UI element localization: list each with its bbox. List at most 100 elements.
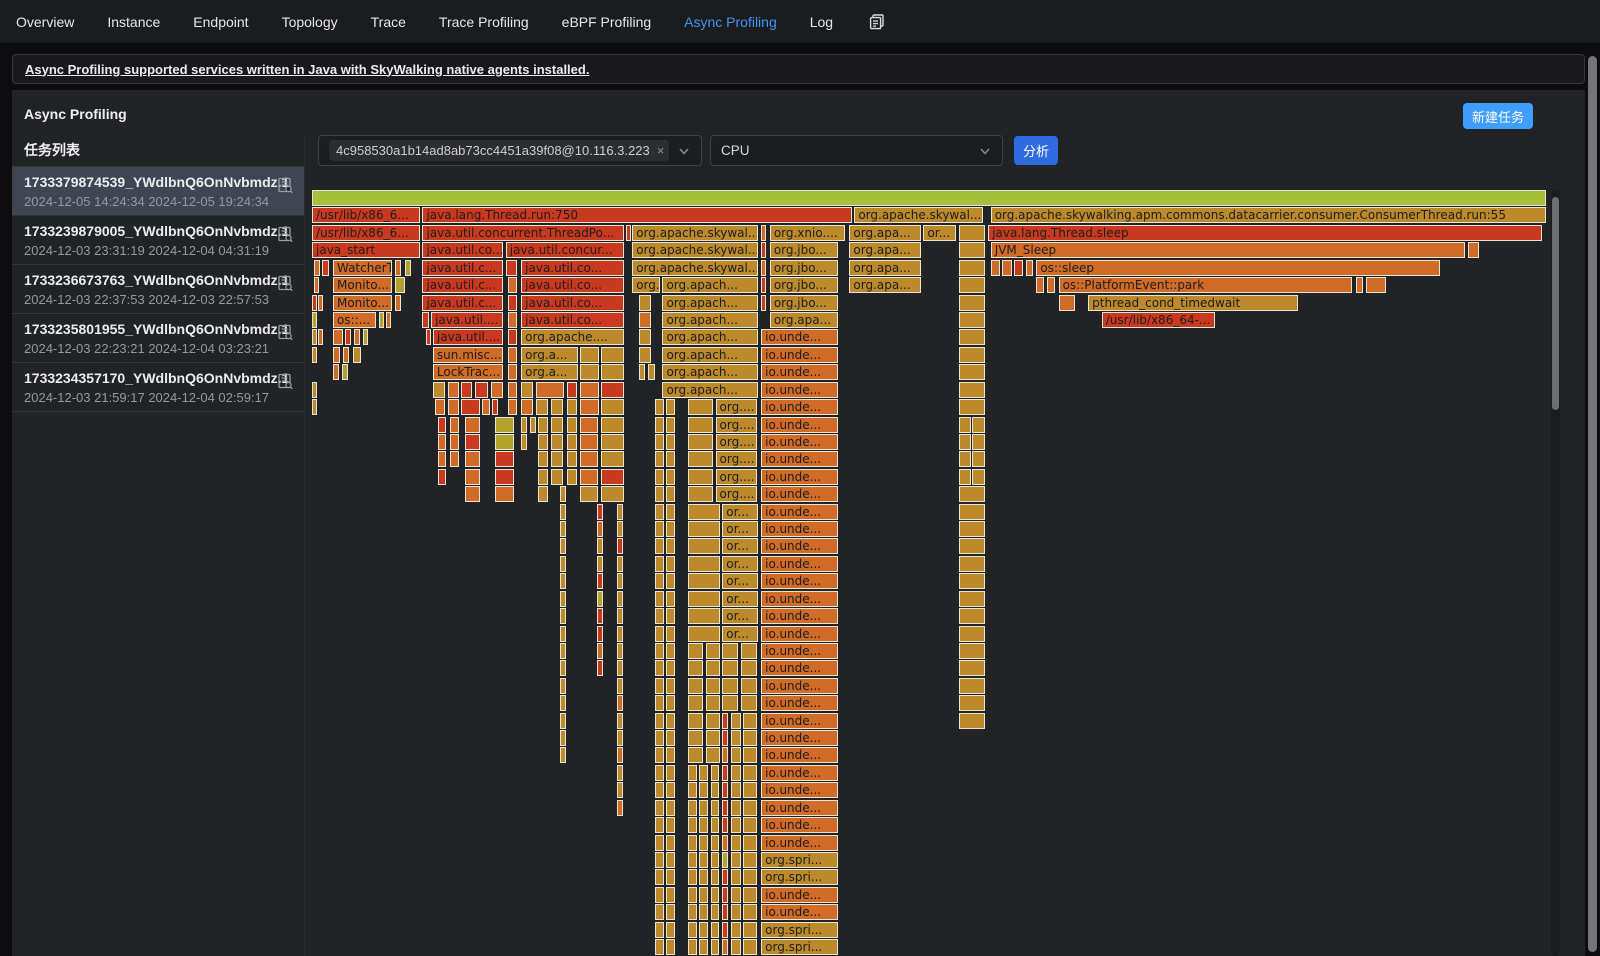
flame-cell[interactable] bbox=[580, 486, 597, 502]
flame-cell[interactable] bbox=[655, 713, 664, 729]
flame-cell[interactable] bbox=[560, 538, 566, 554]
flame-cell[interactable]: io.unde... bbox=[761, 817, 838, 833]
flame-cell[interactable] bbox=[508, 312, 517, 328]
flame-cell[interactable]: java.lang.Thread.sleep bbox=[988, 225, 1542, 241]
flame-cell[interactable] bbox=[1047, 277, 1055, 293]
flame-cell[interactable] bbox=[521, 382, 533, 398]
flame-cell[interactable]: or... bbox=[722, 591, 758, 607]
flame-cell[interactable] bbox=[666, 817, 675, 833]
flame-cell[interactable] bbox=[959, 295, 985, 311]
flame-cell[interactable] bbox=[688, 782, 697, 798]
flame-cell[interactable] bbox=[1366, 277, 1386, 293]
flame-cell[interactable] bbox=[761, 225, 767, 241]
flame-cell[interactable] bbox=[508, 382, 517, 398]
flame-cell[interactable] bbox=[959, 538, 985, 554]
flame-cell[interactable]: org.spri... bbox=[761, 922, 838, 938]
flame-cell[interactable] bbox=[492, 399, 498, 415]
flame-cell[interactable] bbox=[508, 347, 517, 363]
flame-cell[interactable] bbox=[959, 399, 985, 415]
flame-cell[interactable] bbox=[655, 608, 664, 624]
flame-cell[interactable]: io.unde... bbox=[761, 573, 838, 589]
flame-cell[interactable]: org.spri... bbox=[761, 939, 838, 955]
flame-cell[interactable] bbox=[688, 573, 720, 589]
flame-cell[interactable]: or... bbox=[722, 556, 758, 572]
flame-cell[interactable] bbox=[666, 434, 675, 450]
flame-cell[interactable] bbox=[560, 643, 566, 659]
flame-cell[interactable] bbox=[312, 347, 317, 363]
tag-close-icon[interactable]: × bbox=[657, 143, 665, 158]
flame-cell[interactable] bbox=[597, 660, 603, 676]
flame-cell[interactable] bbox=[722, 695, 738, 711]
flame-cell[interactable]: io.unde... bbox=[761, 678, 838, 694]
flame-cell[interactable] bbox=[617, 660, 623, 676]
flame-cell[interactable] bbox=[521, 417, 527, 433]
flame-cell[interactable] bbox=[959, 277, 985, 293]
flame-cell[interactable] bbox=[536, 382, 564, 398]
flame-cell[interactable] bbox=[567, 434, 577, 450]
flame-cell[interactable] bbox=[991, 260, 1000, 276]
flame-cell[interactable] bbox=[435, 399, 445, 415]
flame-cell[interactable]: io.unde... bbox=[761, 608, 838, 624]
flame-cell[interactable] bbox=[722, 782, 728, 798]
flame-cell[interactable]: java.util.co... bbox=[521, 295, 623, 311]
flame-cell[interactable] bbox=[731, 730, 741, 746]
flame-cell[interactable]: io.unde... bbox=[761, 660, 838, 676]
flame-cell[interactable] bbox=[482, 399, 489, 415]
flame-cell[interactable] bbox=[666, 713, 675, 729]
flame-cell[interactable] bbox=[688, 904, 697, 920]
nav-item-overview[interactable]: Overview bbox=[16, 14, 91, 30]
flame-cell[interactable]: org.apach... bbox=[662, 382, 758, 398]
flame-cell[interactable] bbox=[731, 835, 741, 851]
flame-cell[interactable] bbox=[972, 434, 984, 450]
flame-cell[interactable]: or... bbox=[722, 504, 758, 520]
flame-cell[interactable] bbox=[688, 713, 703, 729]
related-logs-icon[interactable] bbox=[868, 13, 886, 31]
flame-cell[interactable] bbox=[666, 835, 675, 851]
flame-cell[interactable] bbox=[1036, 277, 1044, 293]
flame-cell[interactable]: Monito... bbox=[333, 277, 392, 293]
flame-cell[interactable] bbox=[395, 295, 401, 311]
flame-cell[interactable] bbox=[597, 556, 603, 572]
flame-cell[interactable] bbox=[491, 382, 503, 398]
flame-cell[interactable]: io.unde... bbox=[761, 451, 838, 467]
flame-cell[interactable] bbox=[706, 643, 721, 659]
flame-cell[interactable]: org.apach... bbox=[662, 329, 758, 345]
flame-cell[interactable]: org.apache.... bbox=[521, 329, 623, 345]
flame-cell[interactable] bbox=[699, 817, 708, 833]
flame-cell[interactable] bbox=[655, 643, 664, 659]
task-detail-icon[interactable] bbox=[277, 373, 294, 390]
flame-cell[interactable] bbox=[617, 504, 623, 520]
flame-cell[interactable] bbox=[386, 312, 391, 328]
flame-cell[interactable] bbox=[448, 382, 459, 398]
flame-cell[interactable] bbox=[706, 713, 721, 729]
flame-cell[interactable]: org.xnio.... bbox=[770, 225, 845, 241]
flame-cell[interactable]: org.apache.skywal... bbox=[632, 260, 758, 276]
flame-cell[interactable] bbox=[438, 434, 447, 450]
flame-cell[interactable] bbox=[560, 660, 566, 676]
flame-cell[interactable] bbox=[312, 399, 317, 415]
flame-cell[interactable] bbox=[530, 417, 536, 433]
flame-cell[interactable] bbox=[438, 451, 447, 467]
flame-cell[interactable]: org.... bbox=[716, 451, 758, 467]
flame-cell[interactable] bbox=[538, 434, 548, 450]
flame-cell[interactable] bbox=[648, 364, 655, 380]
flame-cell[interactable] bbox=[450, 417, 459, 433]
flame-cell[interactable] bbox=[688, 451, 713, 467]
flame-cell[interactable] bbox=[597, 573, 603, 589]
flame-cell[interactable]: org.... bbox=[632, 277, 660, 293]
flame-cell[interactable]: org.spri... bbox=[761, 852, 838, 868]
flame-cell[interactable] bbox=[731, 782, 741, 798]
flame-cell[interactable] bbox=[560, 695, 566, 711]
flame-cell[interactable]: pthread_cond_timedwait bbox=[1088, 295, 1298, 311]
flame-cell[interactable] bbox=[711, 922, 720, 938]
flame-cell[interactable] bbox=[688, 817, 697, 833]
flame-cell[interactable] bbox=[688, 887, 697, 903]
flame-cell[interactable] bbox=[711, 765, 720, 781]
flame-cell[interactable]: org.... bbox=[716, 486, 758, 502]
flame-cell[interactable] bbox=[538, 469, 548, 485]
flame-cell[interactable] bbox=[465, 469, 480, 485]
flame-cell[interactable] bbox=[699, 852, 708, 868]
flame-cell[interactable] bbox=[666, 904, 675, 920]
flame-cell[interactable] bbox=[617, 626, 623, 642]
flame-cell[interactable]: io.unde... bbox=[761, 643, 838, 659]
